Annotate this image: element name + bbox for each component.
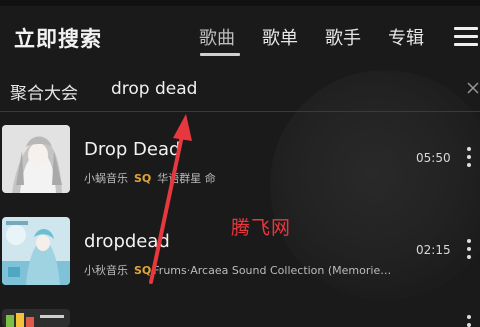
song-title: dropdead — [84, 231, 170, 252]
song-artist: Frums·Arcaea Sound Collection (Memorie… — [153, 264, 392, 277]
more-options-icon[interactable] — [466, 147, 472, 169]
song-source: 小秋音乐 — [84, 264, 128, 277]
clear-icon[interactable] — [466, 81, 480, 95]
active-tab-indicator — [200, 53, 240, 56]
song-duration: 05:50 — [416, 151, 451, 165]
song-artist: 华语群星 命 — [157, 172, 216, 185]
tab-playlists[interactable]: 歌单 — [262, 24, 298, 50]
list-item[interactable] — [0, 309, 480, 327]
watermark: 腾飞网 — [231, 217, 292, 239]
divider — [0, 111, 480, 112]
album-cover — [2, 309, 70, 327]
song-source: 小蜗音乐 — [84, 172, 128, 185]
more-options-icon[interactable] — [466, 315, 472, 327]
album-cover — [2, 125, 70, 193]
list-item[interactable]: Drop Dead 小蜗音乐 SQ 华语群星 命 05:50 — [0, 125, 480, 203]
page-title: 立即搜索 — [14, 27, 102, 51]
album-cover — [2, 217, 70, 285]
menu-icon[interactable] — [454, 27, 478, 46]
song-meta: 小蜗音乐 SQ 华语群星 命 — [84, 170, 414, 186]
header: 立即搜索 歌曲 歌单 歌手 专辑 — [0, 6, 480, 64]
song-duration: 02:15 — [416, 243, 451, 257]
search-input[interactable]: drop dead — [111, 79, 197, 99]
tab-artists[interactable]: 歌手 — [325, 24, 361, 50]
search-bar: 聚合大会 drop dead — [0, 68, 480, 112]
search-source-selector[interactable]: 聚合大会 — [10, 79, 78, 104]
quality-badge: SQ — [134, 172, 152, 185]
tab-albums[interactable]: 专辑 — [388, 24, 424, 50]
song-meta: 小秋音乐 SQ Frums·Arcaea Sound Collection (Mem… — [84, 262, 414, 278]
tab-songs[interactable]: 歌曲 — [199, 24, 235, 50]
song-title: Drop Dead — [84, 139, 181, 160]
more-options-icon[interactable] — [466, 239, 472, 261]
quality-badge: SQ — [134, 264, 152, 277]
